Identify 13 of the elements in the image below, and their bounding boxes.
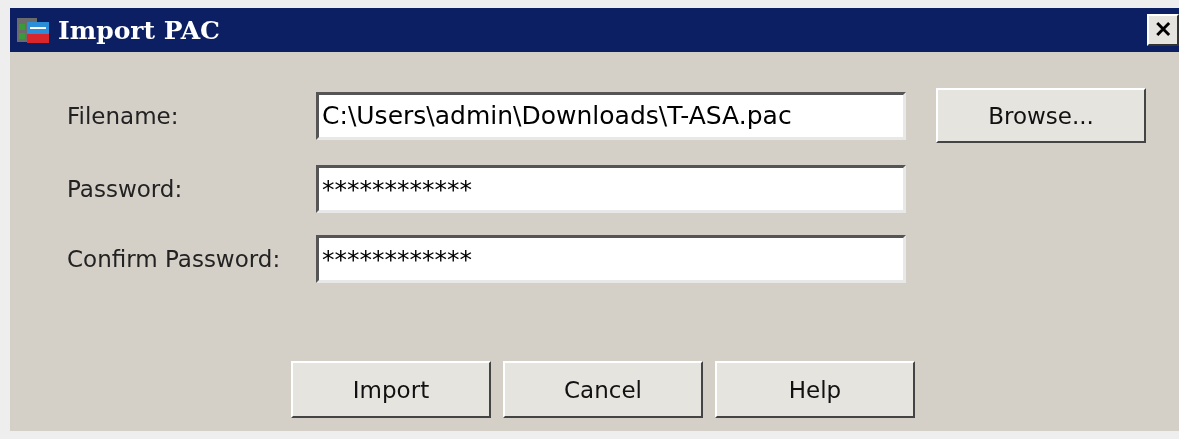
dialog-button[interactable]: Cancel: [503, 361, 703, 418]
dialog-button[interactable]: Import: [291, 361, 491, 418]
window-title: Import PAC: [58, 15, 220, 45]
field-label: Password:: [67, 176, 184, 202]
field-label: Filename:: [67, 102, 180, 129]
input-field[interactable]: ************: [316, 165, 906, 213]
field-label: Confirm Password:: [67, 246, 282, 272]
close-button[interactable]: ✕: [1147, 14, 1179, 46]
app-icon: [16, 16, 50, 44]
input-field[interactable]: C:\Users\admin\Downloads\T-ASA.pac: [316, 91, 906, 140]
dialog-button[interactable]: Help: [715, 361, 915, 418]
browse-button[interactable]: Browse...: [936, 88, 1146, 143]
input-field[interactable]: ************: [316, 235, 906, 283]
